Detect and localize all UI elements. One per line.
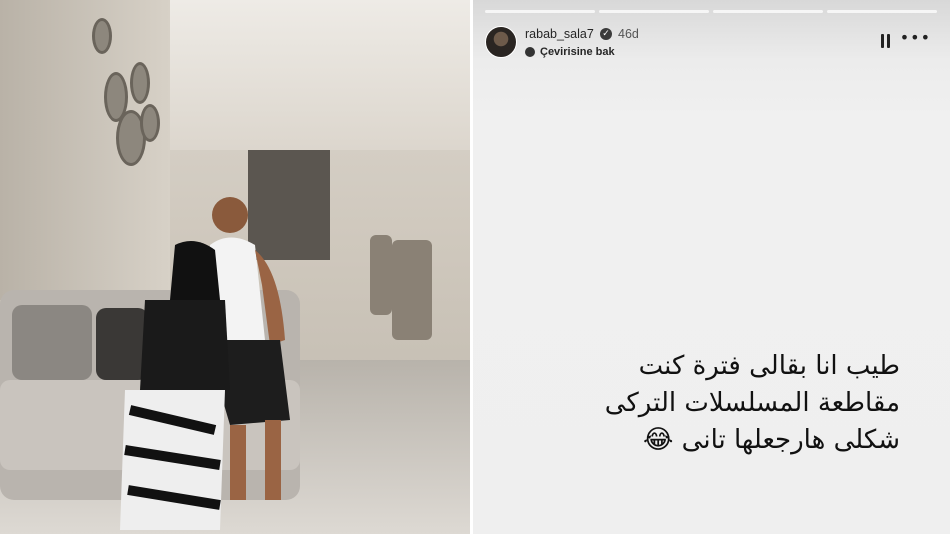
more-options-button[interactable]: ••• [900, 28, 931, 47]
story-header: rabab_sala7 ✓ 46d Çevirisine bak ••• [485, 24, 937, 64]
username[interactable]: rabab_sala7 [525, 27, 594, 41]
avatar[interactable] [485, 26, 517, 58]
translate-label: Çevirisine bak [540, 46, 615, 58]
story-photo [0, 0, 470, 534]
caption-line: طيب انا بقالى فترة كنت [638, 351, 900, 381]
pause-button[interactable] [881, 34, 891, 48]
photo-chair [370, 235, 392, 315]
caption-line: شكلى هارجعلها تانى 😂 [643, 425, 900, 455]
progress-segment [827, 10, 937, 13]
story-progress-bar [485, 10, 937, 13]
translate-icon [525, 47, 535, 57]
photo-woman [120, 241, 230, 530]
progress-segment [713, 10, 823, 13]
photo-pillow [12, 305, 92, 380]
translate-link[interactable]: Çevirisine bak [525, 46, 615, 58]
photo-mirror [140, 104, 160, 142]
story-caption: طيب انا بقالى فترة كنت مقاطعة المسلسلات … [520, 348, 900, 459]
story-age: 46d [618, 27, 639, 41]
pause-icon [887, 34, 890, 48]
photo-mirror [130, 62, 150, 104]
progress-segment [599, 10, 709, 13]
photo-chair [392, 240, 432, 340]
instagram-story: rabab_sala7 ✓ 46d Çevirisine bak ••• طيب… [473, 0, 950, 534]
progress-segment [485, 10, 595, 13]
pause-icon [881, 34, 884, 48]
photo-mirror [92, 18, 112, 54]
caption-line: مقاطعة المسلسلات التركى [604, 388, 900, 418]
verified-badge-icon: ✓ [600, 28, 612, 40]
